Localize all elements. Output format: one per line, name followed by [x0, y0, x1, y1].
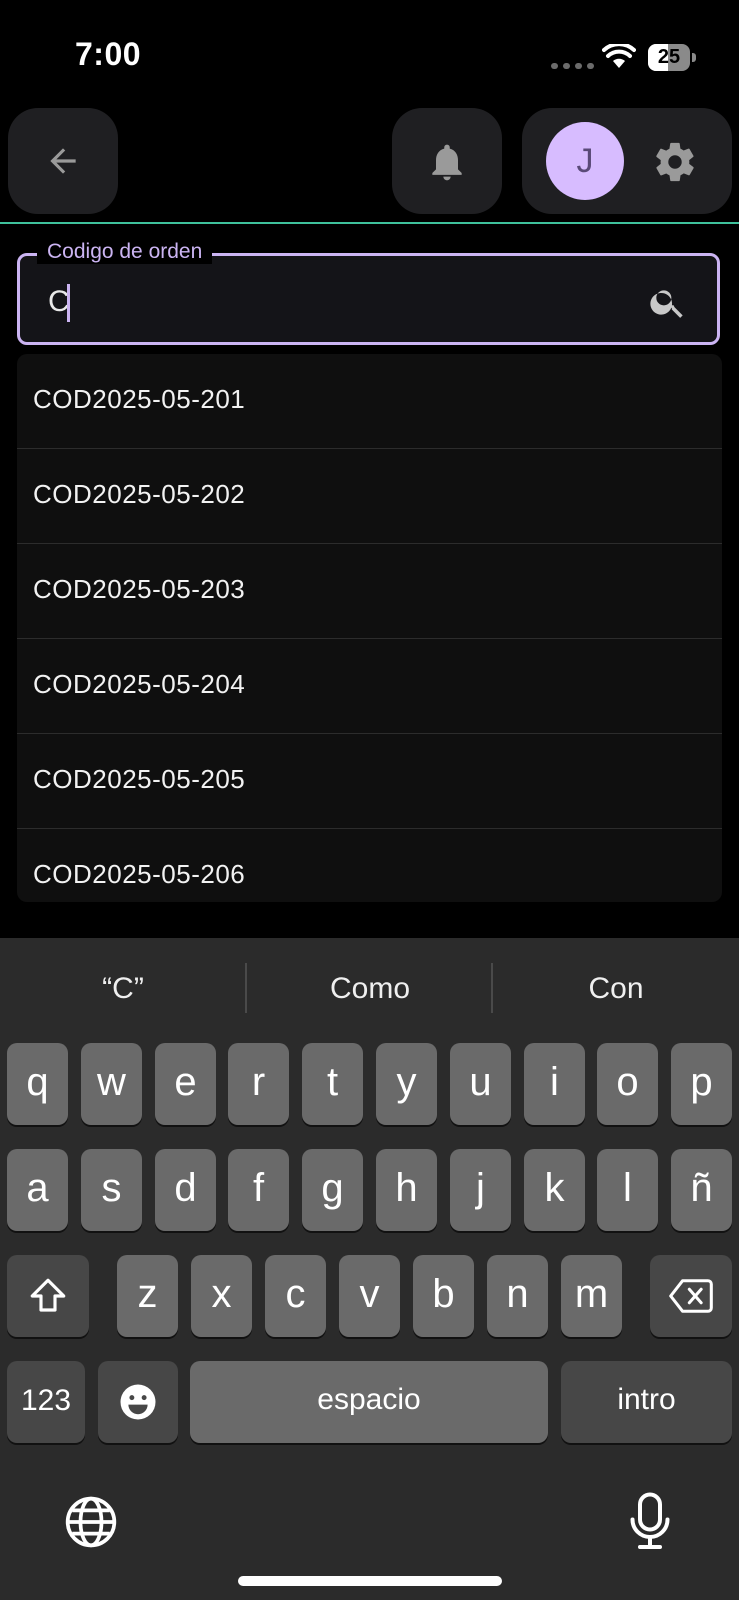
key-h[interactable]: h: [376, 1149, 437, 1231]
arrow-left-icon: [50, 148, 76, 174]
list-item[interactable]: COD2025-05-205: [17, 734, 722, 829]
status-time: 7:00: [75, 36, 142, 72]
key-o[interactable]: o: [597, 1043, 658, 1125]
key-g[interactable]: g: [302, 1149, 363, 1231]
key-j[interactable]: j: [450, 1149, 511, 1231]
key-k[interactable]: k: [524, 1149, 585, 1231]
shift-icon: [30, 1278, 66, 1312]
key-x[interactable]: x: [191, 1255, 252, 1337]
backspace-icon: [669, 1279, 713, 1313]
notifications-button[interactable]: [392, 108, 502, 214]
list-item[interactable]: COD2025-05-201: [17, 354, 722, 449]
key-m[interactable]: m: [561, 1255, 622, 1337]
prediction-1[interactable]: “C”: [0, 950, 246, 1028]
order-code-label: Codigo de orden: [37, 240, 213, 264]
list-item[interactable]: COD2025-05-202: [17, 449, 722, 544]
prediction-2[interactable]: Como: [247, 950, 493, 1028]
key-i[interactable]: i: [524, 1043, 585, 1125]
text-cursor: [67, 284, 70, 322]
suggestion-list: COD2025-05-201 COD2025-05-202 COD2025-05…: [17, 354, 722, 902]
key-z[interactable]: z: [117, 1255, 178, 1337]
key-c[interactable]: c: [265, 1255, 326, 1337]
header-divider: [0, 222, 739, 224]
shift-key[interactable]: [7, 1255, 89, 1337]
space-key[interactable]: espacio: [190, 1361, 548, 1443]
battery-level: 25: [657, 46, 681, 68]
return-key[interactable]: intro: [561, 1361, 732, 1443]
search-icon[interactable]: [648, 282, 688, 322]
order-code-input[interactable]: [48, 282, 608, 322]
key-w[interactable]: w: [81, 1043, 142, 1125]
key-n-tilde[interactable]: ñ: [671, 1149, 732, 1231]
emoji-key[interactable]: [98, 1361, 178, 1443]
list-item[interactable]: COD2025-05-203: [17, 544, 722, 639]
key-y[interactable]: y: [376, 1043, 437, 1125]
home-indicator[interactable]: [238, 1576, 502, 1586]
key-f[interactable]: f: [228, 1149, 289, 1231]
emoji-icon: [120, 1384, 156, 1420]
key-t[interactable]: t: [302, 1043, 363, 1125]
wifi-icon: [602, 44, 636, 68]
key-u[interactable]: u: [450, 1043, 511, 1125]
back-button[interactable]: [8, 108, 118, 214]
numbers-key[interactable]: 123: [7, 1361, 85, 1443]
key-l[interactable]: l: [597, 1149, 658, 1231]
key-p[interactable]: p: [671, 1043, 732, 1125]
battery-icon: 25: [648, 44, 696, 71]
key-d[interactable]: d: [155, 1149, 216, 1231]
key-b[interactable]: b: [413, 1255, 474, 1337]
key-v[interactable]: v: [339, 1255, 400, 1337]
key-q[interactable]: q: [7, 1043, 68, 1125]
key-r[interactable]: r: [228, 1043, 289, 1125]
gear-icon[interactable]: [652, 139, 698, 185]
list-item[interactable]: COD2025-05-206: [17, 829, 722, 902]
key-a[interactable]: a: [7, 1149, 68, 1231]
key-e[interactable]: e: [155, 1043, 216, 1125]
backspace-key[interactable]: [650, 1255, 732, 1337]
key-n[interactable]: n: [487, 1255, 548, 1337]
prediction-3[interactable]: Con: [493, 950, 739, 1028]
signal-icon: [551, 63, 594, 69]
key-s[interactable]: s: [81, 1149, 142, 1231]
list-item[interactable]: COD2025-05-204: [17, 639, 722, 734]
globe-icon[interactable]: [63, 1494, 119, 1550]
microphone-icon[interactable]: [627, 1492, 673, 1552]
avatar[interactable]: J: [546, 122, 624, 200]
bell-icon: [432, 144, 462, 181]
